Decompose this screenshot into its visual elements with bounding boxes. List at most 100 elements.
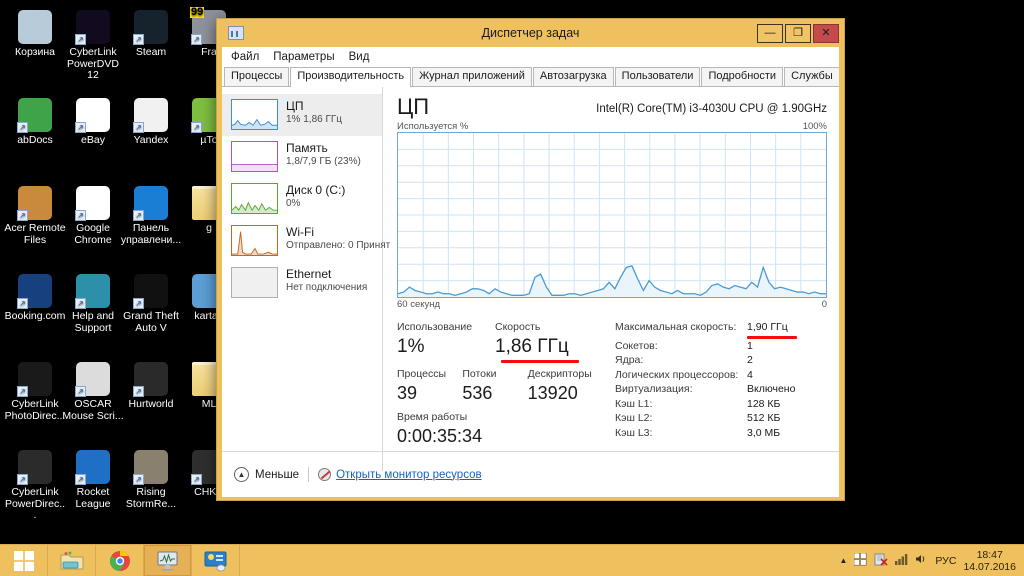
taskbar[interactable]: ▲ РУС 18:47 14.07.2016 (0, 544, 1024, 576)
cpu-detail-value: Включено (747, 383, 796, 395)
resource-sidebar: ЦП 1% 1,86 ГГц Память 1,8/7,9 ГБ (23%) Диск … (222, 87, 391, 471)
cpu-detail-value: 128 КБ (747, 397, 781, 410)
desktop-icon-yandex[interactable]: ↗ Yandex (120, 98, 182, 147)
taskbar-buttons (0, 545, 240, 576)
utilization-stat: Использование 1% (397, 320, 495, 363)
window-body: Файл Параметры Вид Процессы Производитель… (222, 47, 839, 497)
desktop-icon-help-and-support[interactable]: ↗ Help and Support (62, 274, 124, 334)
desktop-icon-booking-com[interactable]: ↗ Booking.com (4, 274, 66, 323)
sidebar-item-wifi-subtitle: Отправлено: 0 Принят (286, 240, 391, 251)
sidebar-item-cpu[interactable]: ЦП 1% 1,86 ГГц (222, 94, 382, 136)
processes-value: 39 (397, 383, 418, 403)
language-indicator[interactable]: РУС (935, 555, 956, 567)
sidebar-item-wifi-text: Wi-Fi Отправлено: 0 Принят (286, 225, 391, 252)
resource-monitor-label[interactable]: Открыть монитор ресурсов (336, 469, 482, 481)
shortcut-overlay-icon: ↗ (75, 34, 86, 45)
sidebar-item-cpu-title: ЦП (286, 99, 304, 113)
minimize-button[interactable]: — (757, 23, 783, 43)
volume-tray-icon[interactable] (915, 553, 928, 568)
tab-2[interactable]: Журнал приложений (412, 67, 532, 86)
tab-6[interactable]: Службы (784, 67, 839, 86)
sidebar-item-disk[interactable]: Диск 0 (C:) 0% (222, 178, 382, 220)
desktop-icon-label: Hurtworld (128, 398, 174, 410)
cyberlink-powerdirector-icon: ↗ (17, 450, 52, 485)
desktop-icon-grand-theft-auto-v[interactable]: ↗ Grand Theft Auto V (120, 274, 182, 334)
sidebar-item-memory[interactable]: Память 1,8/7,9 ГБ (23%) (222, 136, 382, 178)
resource-monitor-link[interactable]: Открыть монитор ресурсов (318, 468, 482, 481)
tab-0[interactable]: Процессы (224, 67, 290, 86)
control-panel-button[interactable] (192, 545, 240, 576)
window-titlebar[interactable]: Диспетчер задач — ❐ ✕ (222, 19, 839, 47)
threads-value: 536 (462, 383, 493, 403)
task-manager-window[interactable]: Диспетчер задач — ❐ ✕ Файл Параметры Вид… (216, 18, 845, 501)
file-explorer-button[interactable] (48, 545, 96, 576)
menu-item-options[interactable]: Параметры (273, 51, 334, 63)
tab-1[interactable]: Производительность (290, 67, 412, 87)
shortcut-overlay-icon: ↗ (133, 298, 144, 309)
desktop-icon-ebay[interactable]: ↗ eBay (62, 98, 124, 147)
desktop-icon-hurtworld[interactable]: ↗ Hurtworld (120, 362, 182, 411)
desktop-icon-recycle-bin[interactable]: Корзина (4, 10, 66, 59)
desktop-icon-google-chrome[interactable]: ↗ Google Chrome (62, 186, 124, 246)
tab-4[interactable]: Пользователи (614, 67, 701, 86)
desktop-icon-label: CyberLink PhotoDirec... (4, 398, 66, 422)
desktop-icon-cyberlink-photodirector[interactable]: ↗ CyberLink PhotoDirec... (4, 362, 66, 422)
sidebar-item-memory-thumbnail (231, 141, 278, 172)
desktop-icon-intel-control-panel[interactable]: ↗ Панель управлени... (120, 186, 182, 246)
graph-x-end: 0 (821, 299, 827, 310)
cyberlink-powerdvd-12-icon: ↗ (75, 10, 110, 45)
sidebar-item-wifi[interactable]: Wi-Fi Отправлено: 0 Принят (222, 220, 391, 262)
yandex-icon: ↗ (133, 98, 168, 133)
sidebar-item-ethernet-thumbnail (231, 267, 278, 298)
cpu-detail-row: Сокетов: 1 (615, 339, 827, 354)
desktop-icon-oscar-mouse-script[interactable]: ↗ OSCAR Mouse Scri... (62, 362, 124, 422)
sidebar-item-ethernet[interactable]: Ethernet Нет подключения (222, 262, 382, 304)
fewer-details-button[interactable]: ▲ Меньше (234, 467, 299, 482)
cpu-detail-label: Кэш L3: (615, 426, 653, 439)
tab-3[interactable]: Автозагрузка (532, 67, 614, 86)
desktop-icon-label: Acer Remote Files (4, 222, 66, 246)
desktop-icon-rising-storm[interactable]: ↗ Rising StormRe... (120, 450, 182, 510)
shortcut-overlay-icon: ↗ (17, 474, 28, 485)
speed-annotation-underline (501, 360, 579, 363)
desktop-icon-cyberlink-powerdirector[interactable]: ↗ CyberLink PowerDirec... (4, 450, 66, 522)
security-tray-icon[interactable] (874, 553, 888, 569)
utilization-label: Использование (397, 321, 473, 333)
windows-tray-icon[interactable] (854, 552, 867, 569)
close-button[interactable]: ✕ (813, 23, 839, 43)
menu-item-view[interactable]: Вид (349, 51, 370, 63)
booking-com-icon: ↗ (17, 274, 52, 309)
menu-item-file[interactable]: Файл (231, 51, 259, 63)
desktop-icon-cyberlink-powerdvd-12[interactable]: ↗ CyberLink PowerDVD 12 (62, 10, 124, 82)
sidebar-item-disk-thumbnail (231, 183, 278, 214)
desktop-icon-label: Google Chrome (74, 222, 112, 246)
chrome-button[interactable] (96, 545, 144, 576)
tab-5[interactable]: Подробности (701, 67, 784, 86)
desktop-icon-acer-remote-files[interactable]: ↗ Acer Remote Files (4, 186, 66, 246)
shortcut-overlay-icon: ↗ (133, 474, 144, 485)
cpu-stats-left: Использование 1% Скорость 1,86 ГГц Проце… (397, 320, 593, 449)
graph-x-label: 60 секунд (397, 299, 441, 310)
desktop-icon-label: Grand Theft Auto V (123, 310, 179, 334)
show-hidden-icons-icon[interactable]: ▲ (839, 556, 847, 565)
cpu-usage-graph[interactable] (397, 132, 827, 298)
clock[interactable]: 18:47 14.07.2016 (963, 549, 1016, 573)
handles-value: 13920 (527, 383, 578, 403)
network-tray-icon[interactable] (895, 553, 908, 568)
maximize-button[interactable]: ❐ (785, 23, 811, 43)
cpu-detail-row: Максимальная скорость: 1,90 ГГц (615, 320, 827, 335)
shortcut-overlay-icon: ↗ (191, 474, 202, 485)
desktop-icon-steam[interactable]: ↗ Steam (120, 10, 182, 59)
desktop-icon-rocket-league[interactable]: ↗ Rocket League (62, 450, 124, 510)
graph-axis-bottom: 60 секунд 0 (397, 299, 827, 310)
desktop-icon-label: Корзина (15, 46, 55, 58)
cpu-detail-label: Сокетов: (615, 339, 658, 352)
desktop-icon-label: Booking.com (4, 310, 66, 322)
shortcut-overlay-icon: ↗ (75, 122, 86, 133)
sidebar-item-cpu-thumbnail (231, 99, 278, 130)
desktop-icon-abdocs[interactable]: ↗ abDocs (4, 98, 66, 147)
cpu-detail-panel: ЦП Intel(R) Core(TM) i3-4030U CPU @ 1.90… (383, 87, 839, 471)
task-manager-button[interactable] (144, 545, 192, 576)
start-button[interactable] (0, 545, 48, 576)
ebay-icon: ↗ (75, 98, 110, 133)
